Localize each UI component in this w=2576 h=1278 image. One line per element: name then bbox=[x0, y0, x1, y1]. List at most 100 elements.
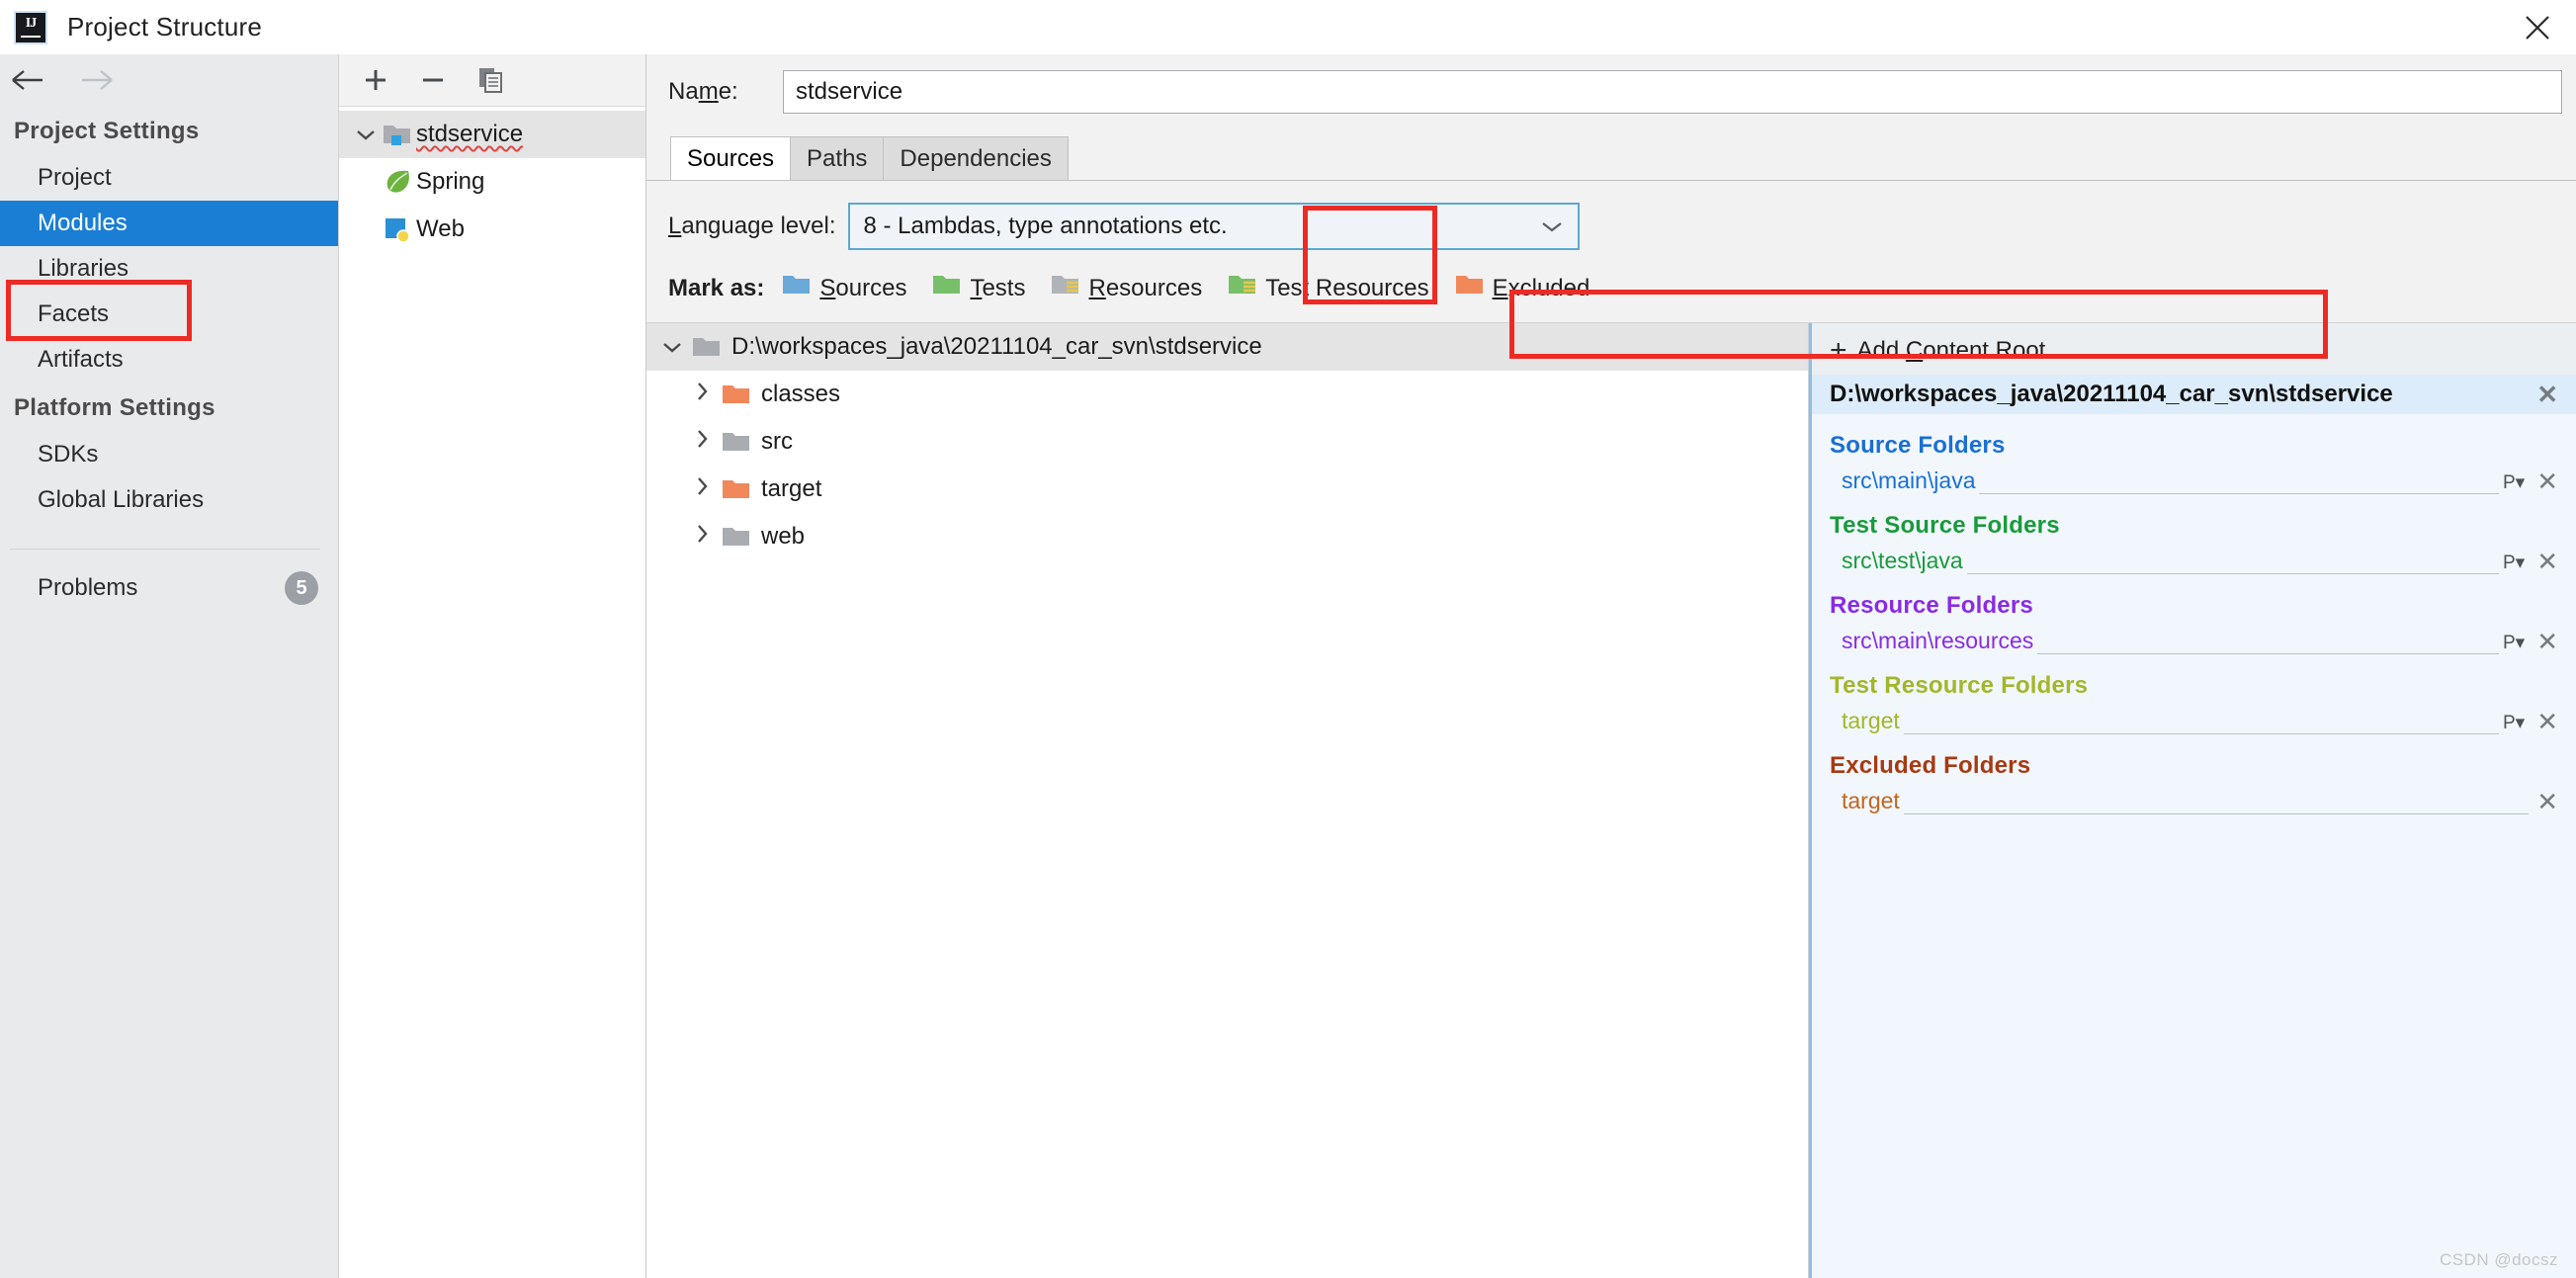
remove-resource-folder-button[interactable]: ✕ bbox=[2533, 629, 2562, 654]
group-resource-folders: Resource Folders src\main\resources P▾ ✕ bbox=[1812, 574, 2576, 654]
back-button[interactable] bbox=[10, 67, 49, 93]
resource-folder-path: src\main\resources bbox=[1842, 628, 2034, 653]
module-name-input[interactable] bbox=[783, 70, 2562, 114]
source-folder-entry[interactable]: src\main\java P▾ ✕ bbox=[1830, 468, 2562, 494]
file-tree-item-label: src bbox=[761, 428, 793, 455]
remove-excluded-folder-button[interactable]: ✕ bbox=[2533, 789, 2562, 814]
add-module-button[interactable] bbox=[361, 65, 390, 95]
excluded-folder-entry[interactable]: target ✕ bbox=[1830, 788, 2562, 814]
mark-as-sources-button[interactable]: Sources bbox=[782, 272, 906, 304]
language-level-value: 8 - Lambdas, type annotations etc. bbox=[863, 213, 1228, 239]
remove-test-source-folder-button[interactable]: ✕ bbox=[2533, 549, 2562, 574]
name-field-label: Name: bbox=[668, 78, 783, 106]
test-source-folder-entry[interactable]: src\test\java P▾ ✕ bbox=[1830, 548, 2562, 574]
chevron-right-icon[interactable] bbox=[682, 475, 722, 503]
label-prefix: Add bbox=[1856, 337, 1906, 364]
mark-as-test-resources-button[interactable]: Test Resources bbox=[1228, 272, 1429, 304]
sidebar-navigation bbox=[0, 54, 338, 106]
module-tree-item-web[interactable]: Web bbox=[339, 206, 645, 253]
folder-excluded-icon bbox=[722, 382, 761, 407]
folder-sources-icon bbox=[782, 272, 812, 304]
group-title-source-folders: Source Folders bbox=[1830, 432, 2006, 459]
settings-sidebar: Project Settings Project Modules Librari… bbox=[0, 54, 339, 1278]
mnemonic: E bbox=[1492, 274, 1508, 301]
tab-dependencies[interactable]: Dependencies bbox=[883, 136, 1069, 181]
package-prefix-button[interactable]: P▾ bbox=[2503, 471, 2525, 494]
file-tree-item-label: target bbox=[761, 475, 822, 502]
rest: ources bbox=[835, 274, 907, 301]
tab-strip-line bbox=[646, 180, 2576, 181]
rest: xcluded bbox=[1507, 274, 1590, 301]
file-tree-row-classes[interactable]: classes bbox=[646, 371, 1808, 418]
sidebar-item-global-libraries[interactable]: Global Libraries bbox=[0, 477, 338, 523]
mnemonic: S bbox=[819, 274, 836, 301]
minus-icon bbox=[423, 78, 443, 82]
entry-rule bbox=[1979, 471, 2499, 494]
language-level-select[interactable]: 8 - Lambdas, type annotations etc. bbox=[847, 203, 1580, 250]
sidebar-item-sdks[interactable]: SDKs bbox=[0, 432, 338, 477]
module-tab-bar: Sources Paths Dependencies bbox=[646, 135, 2576, 181]
remove-module-button[interactable] bbox=[418, 65, 448, 95]
watermark: CSDN @docsz bbox=[2439, 1250, 2558, 1269]
source-folder-path: src\main\java bbox=[1842, 468, 1976, 493]
sidebar-item-modules[interactable]: Modules bbox=[0, 201, 338, 246]
problems-label: Problems bbox=[38, 574, 138, 601]
module-tree-item-stdservice[interactable]: stdservice bbox=[339, 111, 645, 158]
language-level-label: Language level: bbox=[668, 213, 836, 240]
file-tree-row-web[interactable]: web bbox=[646, 513, 1808, 560]
sidebar-item-project[interactable]: Project bbox=[0, 155, 338, 201]
remove-content-root-button[interactable]: ✕ bbox=[2533, 382, 2562, 407]
module-editor-panel: Name: Sources Paths Dependencies Languag… bbox=[646, 54, 2576, 1278]
remove-test-resource-folder-button[interactable]: ✕ bbox=[2533, 709, 2562, 734]
mark-as-resources-button[interactable]: Resources bbox=[1051, 272, 1202, 304]
close-window-button[interactable] bbox=[2499, 0, 2576, 54]
folder-icon bbox=[722, 524, 761, 550]
group-title-resource-folders: Resource Folders bbox=[1830, 592, 2033, 619]
mark-as-excluded-button[interactable]: Excluded bbox=[1455, 272, 1590, 304]
platform-settings-header: Platform Settings bbox=[14, 394, 215, 421]
module-tree-item-spring[interactable]: Spring bbox=[339, 158, 645, 206]
sidebar-item-facets[interactable]: Facets bbox=[0, 292, 338, 337]
rest: esources bbox=[1105, 274, 1203, 301]
content-roots-panel: + Add Content Root D:\workspaces_java\20… bbox=[1809, 323, 2576, 1278]
excluded-folder-path: target bbox=[1842, 788, 1900, 813]
language-level-row: Language level: 8 - Lambdas, type annota… bbox=[646, 181, 2576, 250]
chevron-down-icon[interactable] bbox=[349, 121, 383, 148]
tab-paths[interactable]: Paths bbox=[790, 136, 885, 181]
group-title-excluded-folders: Excluded Folders bbox=[1830, 752, 2031, 779]
group-test-resource-folders: Test Resource Folders target P▾ ✕ bbox=[1812, 654, 2576, 734]
add-content-root-button[interactable]: + Add Content Root bbox=[1812, 323, 2576, 375]
module-folder-icon bbox=[383, 122, 416, 147]
forward-button[interactable] bbox=[79, 67, 119, 93]
content-root-file-tree: D:\workspaces_java\20211104_car_svn\stds… bbox=[646, 323, 1809, 1278]
chevron-down-icon[interactable] bbox=[652, 334, 692, 360]
tab-sources[interactable]: Sources bbox=[670, 136, 792, 181]
mark-as-tests-button[interactable]: Tests bbox=[932, 272, 1025, 304]
folder-icon bbox=[722, 429, 761, 455]
module-tree: stdservice Spring Web bbox=[339, 107, 645, 253]
package-prefix-button[interactable]: P▾ bbox=[2503, 712, 2525, 734]
mark-as-row: Mark as: Sources Tests Resources Test Re… bbox=[646, 250, 2576, 304]
package-prefix-label: P bbox=[2502, 713, 2516, 733]
remove-source-folder-button[interactable]: ✕ bbox=[2533, 469, 2562, 494]
module-toolbar bbox=[339, 54, 645, 107]
file-tree-item-label: web bbox=[761, 523, 806, 550]
sidebar-item-libraries[interactable]: Libraries bbox=[0, 246, 338, 292]
copy-module-button[interactable] bbox=[475, 65, 505, 95]
sidebar-item-problems[interactable]: Problems 5 bbox=[0, 550, 338, 605]
resource-folder-entry[interactable]: src\main\resources P▾ ✕ bbox=[1830, 628, 2562, 654]
file-tree-row-root[interactable]: D:\workspaces_java\20211104_car_svn\stds… bbox=[646, 323, 1808, 371]
chevron-right-icon[interactable] bbox=[682, 523, 722, 551]
sidebar-item-artifacts[interactable]: Artifacts bbox=[0, 337, 338, 383]
chevron-right-icon[interactable] bbox=[682, 381, 722, 408]
test-resource-folder-path: target bbox=[1842, 708, 1900, 733]
file-tree-row-target[interactable]: target bbox=[646, 466, 1808, 513]
label-suffix: ontent Root bbox=[1923, 337, 2046, 364]
package-prefix-button[interactable]: P▾ bbox=[2503, 552, 2525, 574]
chevron-right-icon[interactable] bbox=[682, 428, 722, 456]
test-resource-folder-entry[interactable]: target P▾ ✕ bbox=[1830, 708, 2562, 734]
package-prefix-button[interactable]: P▾ bbox=[2503, 632, 2525, 654]
facet-name-label: Spring bbox=[416, 168, 485, 195]
file-tree-row-src[interactable]: src bbox=[646, 418, 1808, 466]
module-name-label: stdservice bbox=[416, 121, 524, 147]
